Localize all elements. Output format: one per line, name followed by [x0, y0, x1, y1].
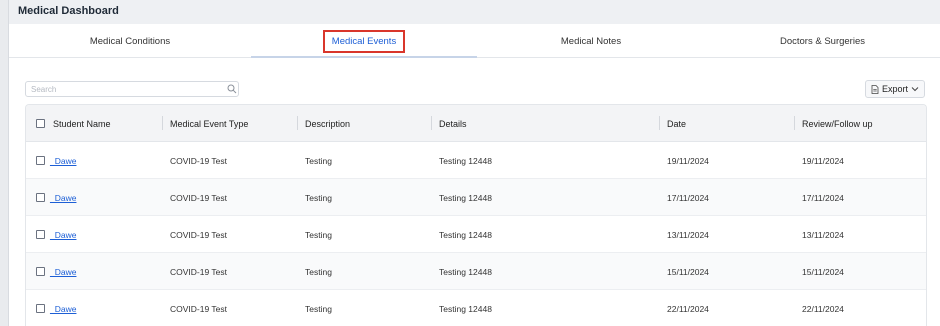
student-name-link[interactable]: _Dawe: [50, 193, 76, 203]
review-date-cell: 17/11/2024: [802, 192, 844, 203]
row-checkbox[interactable]: [36, 304, 45, 313]
row-checkbox[interactable]: [36, 267, 45, 276]
column-header-label: Review/Follow up: [802, 118, 873, 129]
column-header[interactable]: Review/Follow up: [794, 105, 873, 142]
left-edge-strip: [0, 0, 9, 326]
event-type-cell: COVID-19 Test: [170, 155, 228, 166]
export-button[interactable]: Export: [865, 80, 925, 98]
row-checkbox[interactable]: [36, 230, 45, 239]
tab-label: Doctors & Surgeries: [779, 35, 865, 47]
row-checkbox[interactable]: [36, 193, 45, 202]
export-label: Export: [881, 84, 908, 94]
review-date-cell: 13/11/2024: [802, 229, 844, 240]
column-header-label: Date: [667, 118, 687, 129]
column-header[interactable]: Medical Event Type: [162, 105, 249, 142]
event-type-cell: COVID-19 Test: [170, 229, 228, 240]
column-header[interactable]: Description: [297, 105, 351, 142]
column-header[interactable]: Date: [659, 105, 687, 142]
tab-medical-events[interactable]: Medical Events: [251, 24, 477, 58]
details-cell: Testing 12448: [439, 192, 492, 203]
description-cell: Testing: [305, 266, 332, 277]
review-date-cell: 19/11/2024: [802, 155, 844, 166]
table-header: Student Name Medical Event Type Descript…: [26, 105, 926, 142]
review-date-cell: 22/11/2024: [802, 303, 844, 314]
column-header-label: Medical Event Type: [170, 118, 249, 129]
tab-bar: Medical Conditions Medical Events Medica…: [9, 24, 940, 58]
tab-label: Medical Conditions: [89, 35, 171, 47]
search-icon: [227, 84, 237, 94]
description-cell: Testing: [305, 303, 332, 314]
details-cell: Testing 12448: [439, 229, 492, 240]
table-row: _Dawe COVID-19 Test Testing Testing 1244…: [26, 253, 926, 290]
chevron-down-icon: [911, 87, 919, 92]
student-name-link[interactable]: _Dawe: [50, 267, 76, 277]
tab-label: Medical Events: [322, 29, 406, 53]
date-cell: 22/11/2024: [667, 303, 709, 314]
active-tab-indicator: [251, 56, 477, 58]
column-divider: [297, 116, 298, 130]
row-checkbox[interactable]: [36, 156, 45, 165]
description-cell: Testing: [305, 192, 332, 203]
event-type-cell: COVID-19 Test: [170, 192, 228, 203]
description-cell: Testing: [305, 229, 332, 240]
main-panel: Medical Conditions Medical Events Medica…: [9, 24, 940, 326]
event-type-cell: COVID-19 Test: [170, 303, 228, 314]
date-cell: 19/11/2024: [667, 155, 709, 166]
column-header-label: Description: [305, 118, 351, 129]
table-row: _Dawe COVID-19 Test Testing Testing 1244…: [26, 290, 926, 326]
date-cell: 13/11/2024: [667, 229, 709, 240]
page-title: Medical Dashboard: [18, 5, 119, 17]
date-cell: 15/11/2024: [667, 266, 709, 277]
table-row: _Dawe COVID-19 Test Testing Testing 1244…: [26, 216, 926, 253]
table-row: _Dawe COVID-19 Test Testing Testing 1244…: [26, 179, 926, 216]
student-name-link[interactable]: _Dawe: [50, 304, 76, 314]
column-divider: [659, 116, 660, 130]
document-icon: [871, 84, 879, 94]
tab-medical-notes[interactable]: Medical Notes: [477, 24, 705, 58]
student-name-link[interactable]: _Dawe: [50, 230, 76, 240]
events-table: Student Name Medical Event Type Descript…: [25, 104, 927, 326]
column-header-label: Details: [439, 118, 467, 129]
column-divider: [162, 116, 163, 130]
tab-label: Medical Notes: [560, 35, 622, 47]
search-input[interactable]: [25, 81, 239, 97]
column-divider: [431, 116, 432, 130]
details-cell: Testing 12448: [439, 155, 492, 166]
description-cell: Testing: [305, 155, 332, 166]
app-header: Medical Dashboard: [9, 0, 940, 24]
student-name-link[interactable]: _Dawe: [50, 156, 76, 166]
review-date-cell: 15/11/2024: [802, 266, 844, 277]
column-header[interactable]: Student Name: [53, 105, 111, 142]
column-divider: [794, 116, 795, 130]
column-header[interactable]: Details: [431, 105, 467, 142]
select-all-checkbox[interactable]: [36, 119, 45, 128]
details-cell: Testing 12448: [439, 303, 492, 314]
event-type-cell: COVID-19 Test: [170, 266, 228, 277]
date-cell: 17/11/2024: [667, 192, 709, 203]
details-cell: Testing 12448: [439, 266, 492, 277]
tab-medical-conditions[interactable]: Medical Conditions: [9, 24, 251, 58]
table-row: _Dawe COVID-19 Test Testing Testing 1244…: [26, 142, 926, 179]
tab-doctors-surgeries[interactable]: Doctors & Surgeries: [705, 24, 940, 58]
